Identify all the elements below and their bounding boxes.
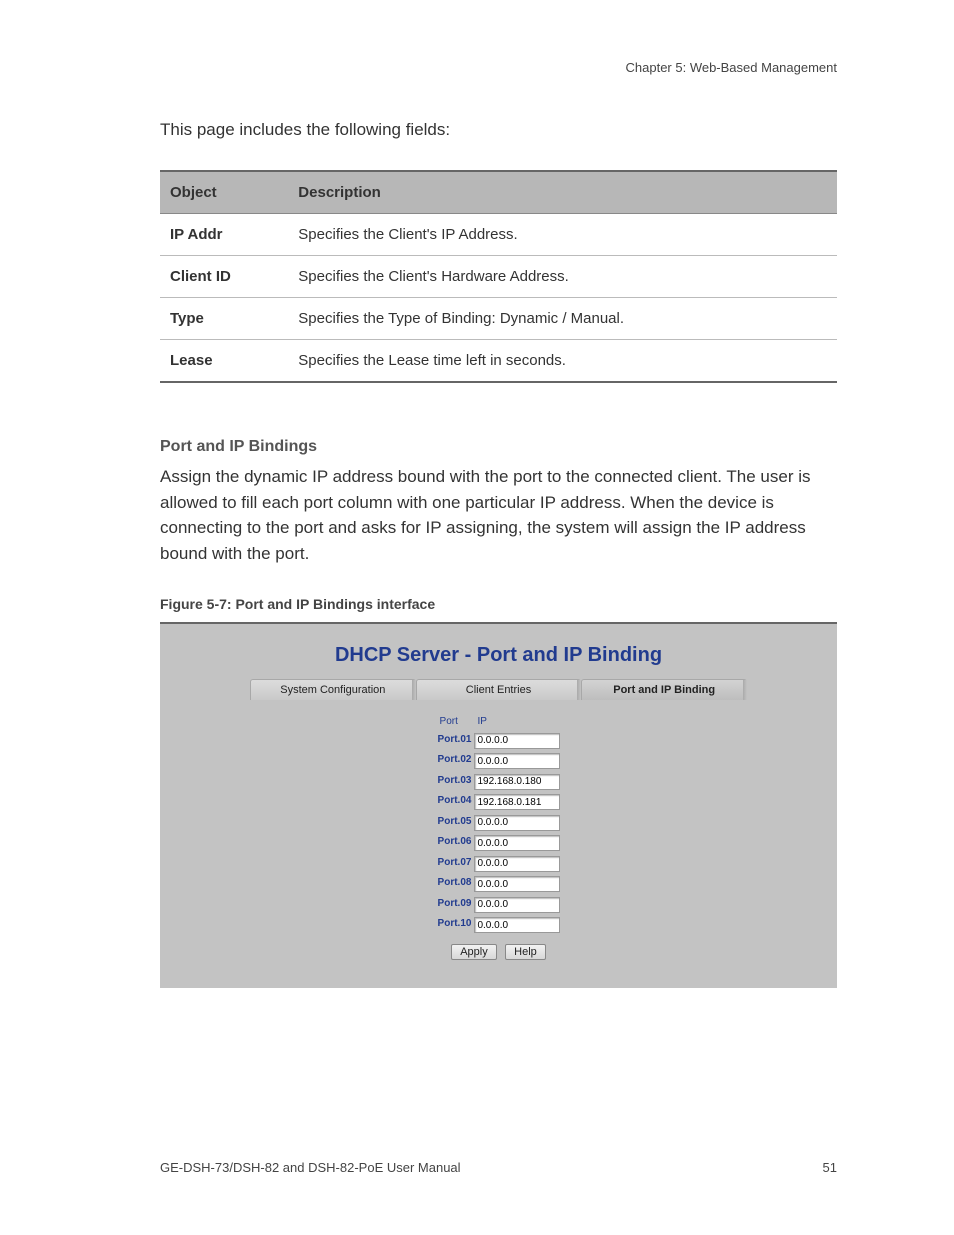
field-description: Specifies the Client's Hardware Address. — [288, 256, 837, 298]
field-object: Client ID — [160, 256, 288, 298]
port-ip-cell — [473, 770, 561, 791]
ip-input[interactable] — [474, 856, 560, 872]
port-row: Port.07 — [436, 852, 562, 873]
table-row: IP AddrSpecifies the Client's IP Address… — [160, 214, 837, 256]
fields-header-object: Object — [160, 171, 288, 214]
field-description: Specifies the Client's IP Address. — [288, 214, 837, 256]
fields-table: Object Description IP AddrSpecifies the … — [160, 170, 837, 383]
port-label: Port.06 — [436, 832, 474, 853]
field-object: Type — [160, 298, 288, 340]
section-heading: Port and IP Bindings — [160, 438, 837, 456]
port-row: Port.06 — [436, 832, 562, 853]
table-row: TypeSpecifies the Type of Binding: Dynam… — [160, 298, 837, 340]
port-label: Port.04 — [436, 791, 474, 812]
field-description: Specifies the Lease time left in seconds… — [288, 340, 837, 383]
ip-input[interactable] — [474, 794, 560, 810]
port-header: Port — [436, 714, 474, 729]
chapter-header: Chapter 5: Web-Based Management — [626, 60, 838, 75]
ip-input[interactable] — [474, 753, 560, 769]
button-row: Apply Help — [250, 942, 747, 960]
ip-input[interactable] — [474, 876, 560, 892]
screenshot-title: DHCP Server - Port and IP Binding — [250, 644, 747, 667]
port-row: Port.10 — [436, 914, 562, 935]
port-ip-table: Port IP Port.01Port.02Port.03Port.04Port… — [436, 714, 562, 934]
apply-button[interactable]: Apply — [451, 944, 497, 960]
port-row: Port.04 — [436, 791, 562, 812]
footer-page: 51 — [823, 1160, 837, 1175]
port-row: Port.02 — [436, 750, 562, 771]
port-label: Port.02 — [436, 750, 474, 771]
ip-input[interactable] — [474, 835, 560, 851]
port-ip-cell — [473, 873, 561, 894]
tabs-row: System ConfigurationClient EntriesPort a… — [250, 679, 747, 700]
port-ip-body: Port.01Port.02Port.03Port.04Port.05Port.… — [436, 729, 562, 934]
field-object: IP Addr — [160, 214, 288, 256]
port-ip-cell — [473, 893, 561, 914]
port-row: Port.08 — [436, 873, 562, 894]
port-row: Port.05 — [436, 811, 562, 832]
section-body: Assign the dynamic IP address bound with… — [160, 464, 837, 566]
ip-input[interactable] — [474, 733, 560, 749]
screenshot-panel: DHCP Server - Port and IP Binding System… — [160, 622, 837, 988]
table-row: LeaseSpecifies the Lease time left in se… — [160, 340, 837, 383]
port-ip-cell — [473, 852, 561, 873]
tab-system-configuration[interactable]: System Configuration — [250, 679, 416, 700]
port-label: Port.08 — [436, 873, 474, 894]
port-label: Port.01 — [436, 729, 474, 750]
port-label: Port.10 — [436, 914, 474, 935]
tab-client-entries[interactable]: Client Entries — [416, 679, 582, 700]
port-ip-cell — [473, 811, 561, 832]
port-ip-cell — [473, 791, 561, 812]
intro-text: This page includes the following fields: — [160, 120, 837, 140]
figure-caption: Figure 5-7: Port and IP Bindings interfa… — [160, 596, 837, 612]
ip-input[interactable] — [474, 897, 560, 913]
port-row: Port.03 — [436, 770, 562, 791]
port-ip-cell — [473, 914, 561, 935]
tab-port-and-ip-binding[interactable]: Port and IP Binding — [581, 679, 747, 700]
port-row: Port.01 — [436, 729, 562, 750]
ip-input[interactable] — [474, 917, 560, 933]
page-footer: GE-DSH-73/DSH-82 and DSH-82-PoE User Man… — [160, 1160, 837, 1175]
ip-input[interactable] — [474, 774, 560, 790]
help-button[interactable]: Help — [505, 944, 546, 960]
port-label: Port.09 — [436, 893, 474, 914]
port-label: Port.07 — [436, 852, 474, 873]
port-ip-cell — [473, 750, 561, 771]
page: Chapter 5: Web-Based Management This pag… — [0, 0, 954, 1235]
port-label: Port.05 — [436, 811, 474, 832]
fields-body: IP AddrSpecifies the Client's IP Address… — [160, 214, 837, 383]
port-row: Port.09 — [436, 893, 562, 914]
port-label: Port.03 — [436, 770, 474, 791]
fields-header-description: Description — [288, 171, 837, 214]
footer-manual: GE-DSH-73/DSH-82 and DSH-82-PoE User Man… — [160, 1160, 461, 1175]
field-object: Lease — [160, 340, 288, 383]
table-row: Client IDSpecifies the Client's Hardware… — [160, 256, 837, 298]
port-ip-cell — [473, 832, 561, 853]
ip-input[interactable] — [474, 815, 560, 831]
port-ip-cell — [473, 729, 561, 750]
field-description: Specifies the Type of Binding: Dynamic /… — [288, 298, 837, 340]
ip-header: IP — [473, 714, 561, 729]
